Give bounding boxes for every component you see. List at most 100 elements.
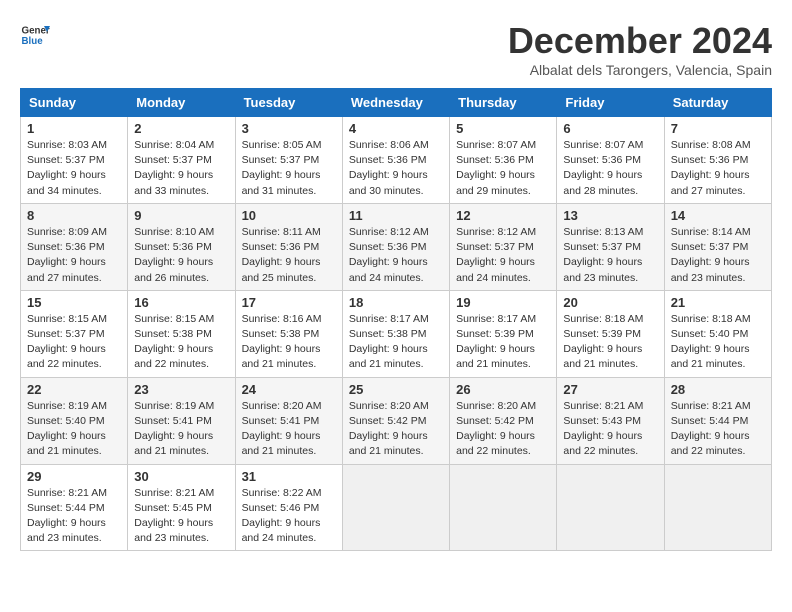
calendar-cell: 15Sunrise: 8:15 AMSunset: 5:37 PMDayligh… [21, 290, 128, 377]
day-info: Sunrise: 8:07 AMSunset: 5:36 PMDaylight:… [456, 139, 536, 197]
column-header-friday: Friday [557, 89, 664, 117]
svg-text:Blue: Blue [22, 36, 44, 47]
day-number: 14 [671, 208, 765, 223]
calendar-cell: 3Sunrise: 8:05 AMSunset: 5:37 PMDaylight… [235, 117, 342, 204]
calendar-cell: 8 Sunrise: 8:09 AMSunset: 5:36 PMDaylight… [21, 203, 128, 290]
day-info: Sunrise: 8:10 AMSunset: 5:36 PMDaylight:… [134, 226, 214, 284]
day-number: 30 [134, 469, 228, 484]
day-number: 2 [134, 121, 228, 136]
calendar-cell: 10 Sunrise: 8:11 AMSunset: 5:36 PMDayligh… [235, 203, 342, 290]
day-number: 9 [134, 208, 228, 223]
day-info: Sunrise: 8:21 AMSunset: 5:44 PMDaylight:… [27, 487, 107, 545]
calendar-cell: 22Sunrise: 8:19 AMSunset: 5:40 PMDayligh… [21, 377, 128, 464]
title-block: December 2024 Albalat dels Tarongers, Va… [508, 20, 772, 78]
calendar-cell [557, 464, 664, 551]
calendar-cell: 7Sunrise: 8:08 AMSunset: 5:36 PMDaylight… [664, 117, 771, 204]
column-header-monday: Monday [128, 89, 235, 117]
day-number: 17 [242, 295, 336, 310]
day-number: 27 [563, 382, 657, 397]
calendar-cell: 27Sunrise: 8:21 AMSunset: 5:43 PMDayligh… [557, 377, 664, 464]
day-info: Sunrise: 8:17 AMSunset: 5:38 PMDaylight:… [349, 313, 429, 371]
day-info: Sunrise: 8:15 AMSunset: 5:38 PMDaylight:… [134, 313, 214, 371]
calendar-cell: 5 Sunrise: 8:07 AMSunset: 5:36 PMDaylight… [450, 117, 557, 204]
day-info: Sunrise: 8:15 AMSunset: 5:37 PMDaylight:… [27, 313, 107, 371]
day-number: 8 [27, 208, 121, 223]
day-number: 12 [456, 208, 550, 223]
day-number: 28 [671, 382, 765, 397]
day-number: 19 [456, 295, 550, 310]
day-number: 22 [27, 382, 121, 397]
day-info: Sunrise: 8:11 AMSunset: 5:36 PMDaylight:… [242, 226, 321, 284]
month-title: December 2024 [508, 20, 772, 62]
column-header-sunday: Sunday [21, 89, 128, 117]
calendar-cell: 28 Sunrise: 8:21 AMSunset: 5:44 PMDayligh… [664, 377, 771, 464]
day-info: Sunrise: 8:06 AMSunset: 5:36 PMDaylight:… [349, 139, 429, 197]
day-number: 13 [563, 208, 657, 223]
day-info: Sunrise: 8:20 AMSunset: 5:42 PMDaylight:… [456, 400, 536, 458]
calendar-cell: 19 Sunrise: 8:17 AMSunset: 5:39 PMDayligh… [450, 290, 557, 377]
day-number: 25 [349, 382, 443, 397]
day-info: Sunrise: 8:07 AMSunset: 5:36 PMDaylight:… [563, 139, 643, 197]
location-title: Albalat dels Tarongers, Valencia, Spain [508, 62, 772, 78]
calendar-cell: 1 Sunrise: 8:03 AMSunset: 5:37 PMDaylight… [21, 117, 128, 204]
day-number: 6 [563, 121, 657, 136]
calendar-cell: 4 Sunrise: 8:06 AMSunset: 5:36 PMDaylight… [342, 117, 449, 204]
day-number: 26 [456, 382, 550, 397]
day-number: 11 [349, 208, 443, 223]
day-number: 18 [349, 295, 443, 310]
day-number: 31 [242, 469, 336, 484]
calendar-cell: 12Sunrise: 8:12 AMSunset: 5:37 PMDayligh… [450, 203, 557, 290]
day-info: Sunrise: 8:03 AMSunset: 5:37 PMDaylight:… [27, 139, 107, 197]
day-info: Sunrise: 8:08 AMSunset: 5:36 PMDaylight:… [671, 139, 751, 197]
column-header-thursday: Thursday [450, 89, 557, 117]
day-number: 5 [456, 121, 550, 136]
day-info: Sunrise: 8:04 AMSunset: 5:37 PMDaylight:… [134, 139, 214, 197]
day-number: 3 [242, 121, 336, 136]
day-info: Sunrise: 8:14 AMSunset: 5:37 PMDaylight:… [671, 226, 751, 284]
day-info: Sunrise: 8:16 AMSunset: 5:38 PMDaylight:… [242, 313, 322, 371]
calendar-cell [664, 464, 771, 551]
logo: General Blue [20, 20, 50, 50]
calendar-cell: 16 Sunrise: 8:15 AMSunset: 5:38 PMDayligh… [128, 290, 235, 377]
day-number: 4 [349, 121, 443, 136]
day-number: 1 [27, 121, 121, 136]
day-number: 29 [27, 469, 121, 484]
day-info: Sunrise: 8:17 AMSunset: 5:39 PMDaylight:… [456, 313, 536, 371]
column-header-tuesday: Tuesday [235, 89, 342, 117]
day-info: Sunrise: 8:22 AMSunset: 5:46 PMDaylight:… [242, 487, 322, 545]
day-info: Sunrise: 8:09 AMSunset: 5:36 PMDaylight:… [27, 226, 107, 284]
calendar-cell: 6 Sunrise: 8:07 AMSunset: 5:36 PMDaylight… [557, 117, 664, 204]
calendar-cell: 17 Sunrise: 8:16 AMSunset: 5:38 PMDayligh… [235, 290, 342, 377]
calendar-cell: 14 Sunrise: 8:14 AMSunset: 5:37 PMDayligh… [664, 203, 771, 290]
calendar-cell: 25 Sunrise: 8:20 AMSunset: 5:42 PMDayligh… [342, 377, 449, 464]
day-info: Sunrise: 8:20 AMSunset: 5:42 PMDaylight:… [349, 400, 429, 458]
column-header-saturday: Saturday [664, 89, 771, 117]
column-header-wednesday: Wednesday [342, 89, 449, 117]
calendar-cell: 30 Sunrise: 8:21 AMSunset: 5:45 PMDayligh… [128, 464, 235, 551]
day-info: Sunrise: 8:20 AMSunset: 5:41 PMDaylight:… [242, 400, 322, 458]
day-number: 10 [242, 208, 336, 223]
calendar-cell: 20Sunrise: 8:18 AMSunset: 5:39 PMDayligh… [557, 290, 664, 377]
logo-icon: General Blue [20, 20, 50, 50]
calendar-cell: 18 Sunrise: 8:17 AMSunset: 5:38 PMDayligh… [342, 290, 449, 377]
calendar-cell: 24Sunrise: 8:20 AMSunset: 5:41 PMDayligh… [235, 377, 342, 464]
calendar-cell: 26 Sunrise: 8:20 AMSunset: 5:42 PMDayligh… [450, 377, 557, 464]
day-info: Sunrise: 8:18 AMSunset: 5:39 PMDaylight:… [563, 313, 643, 371]
calendar-cell: 23 Sunrise: 8:19 AMSunset: 5:41 PMDayligh… [128, 377, 235, 464]
calendar-cell: 31 Sunrise: 8:22 AMSunset: 5:46 PMDayligh… [235, 464, 342, 551]
calendar-cell: 13 Sunrise: 8:13 AMSunset: 5:37 PMDayligh… [557, 203, 664, 290]
calendar-table: SundayMondayTuesdayWednesdayThursdayFrid… [20, 88, 772, 551]
calendar-cell: 11 Sunrise: 8:12 AMSunset: 5:36 PMDayligh… [342, 203, 449, 290]
day-info: Sunrise: 8:18 AMSunset: 5:40 PMDaylight:… [671, 313, 751, 371]
day-info: Sunrise: 8:13 AMSunset: 5:37 PMDaylight:… [563, 226, 643, 284]
day-info: Sunrise: 8:12 AMSunset: 5:36 PMDaylight:… [349, 226, 429, 284]
calendar-cell: 21 Sunrise: 8:18 AMSunset: 5:40 PMDayligh… [664, 290, 771, 377]
day-number: 21 [671, 295, 765, 310]
calendar-cell [342, 464, 449, 551]
day-number: 16 [134, 295, 228, 310]
day-number: 23 [134, 382, 228, 397]
day-info: Sunrise: 8:21 AMSunset: 5:44 PMDaylight:… [671, 400, 751, 458]
page-header: General Blue December 2024 Albalat dels … [20, 20, 772, 78]
day-info: Sunrise: 8:21 AMSunset: 5:45 PMDaylight:… [134, 487, 214, 545]
day-info: Sunrise: 8:19 AMSunset: 5:41 PMDaylight:… [134, 400, 214, 458]
